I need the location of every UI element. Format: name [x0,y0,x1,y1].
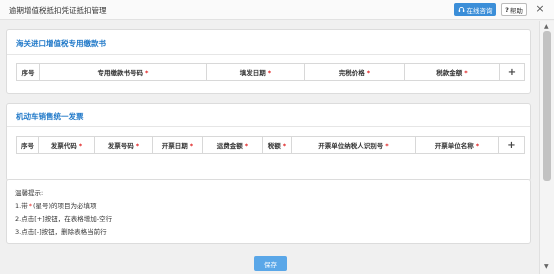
required-mark: * [282,142,287,150]
close-icon[interactable]: × [533,2,547,16]
required-mark: * [267,69,272,77]
required-mark: * [189,142,194,150]
tip-line-2: 2.点击[+]按钮，在表格增加-空行 [15,215,113,223]
column-header: 序号 [16,136,39,154]
online-consult-button[interactable]: 在线咨询 [454,3,496,16]
scroll-up-icon[interactable]: ▲ [544,23,549,30]
plus-icon: + [507,139,516,151]
headset-icon [458,6,464,12]
required-mark: * [28,202,32,210]
column-header: 开票单位纳税人识别号 * [291,136,416,154]
required-mark: * [78,142,83,150]
divider [7,126,530,127]
divider [7,54,530,55]
tips-panel: 温馨提示: 1.带*(星号)的项目为必填项 2.点击[+]按钮，在表格增加-空行… [6,179,531,244]
column-header: 填发日期 * [206,63,305,81]
tip-line-3: 3.点击[-]按钮，删除表格当前行 [15,228,107,236]
vehicle-section-title: 机动车销售统一发票 [16,112,84,121]
tips-heading: 温馨提示: [15,189,44,197]
required-mark: * [366,69,371,77]
column-header: 税款金额 * [404,63,500,81]
column-header: 运费金额 * [202,136,263,154]
scrollbar-thumb[interactable] [543,31,551,181]
add-row-button[interactable]: + [499,63,525,81]
content-area: 海关进口增值税专用缴款书 序号 专用缴款书号码 * 填发日期 * 完税价格 * 税款金… [0,21,538,274]
customs-table: 序号 专用缴款书号码 * 填发日期 * 完税价格 * 税款金额 * + [16,63,525,81]
column-header: 开票日期 * [152,136,203,154]
column-header: 专用缴款书号码 * [39,63,207,81]
window-title: 逾期增值税抵扣凭证抵扣管理 [9,6,107,15]
required-mark: * [135,142,140,150]
column-header: 完税价格 * [304,63,405,81]
scroll-down-icon[interactable]: ▼ [544,263,549,270]
column-header: 发票号码 * [94,136,153,154]
required-mark: * [385,142,389,150]
vehicle-invoice-section: 机动车销售统一发票 序号 发票代码 * 发票号码 * 开票日期 * 运费金额 * 税额 *… [6,103,531,181]
column-header: 序号 [16,63,40,81]
customs-section-title: 海关进口增值税专用缴款书 [16,39,106,48]
vehicle-invoice-table: 序号 发票代码 * 发票号码 * 开票日期 * 运费金额 * 税额 * 开票单位纳税人识别… [16,136,525,154]
add-row-button[interactable]: + [498,136,525,154]
vertical-scrollbar[interactable]: ▲ ▼ [539,21,554,274]
required-mark: * [475,142,480,150]
column-header: 开票单位名称 * [415,136,499,154]
required-mark: * [244,142,249,150]
online-consult-label: 在线咨询 [466,6,493,15]
column-header: 税额 * [262,136,292,154]
question-icon: ? [505,5,509,14]
help-label: 帮助 [509,6,523,15]
table-header-row: 序号 发票代码 * 发票号码 * 开票日期 * 运费金额 * 税额 * 开票单位纳税人识别… [16,136,525,154]
title-bar: 逾期增值税抵扣凭证抵扣管理 在线咨询 ? 帮助 × [0,0,554,20]
plus-icon: + [507,66,517,78]
save-button[interactable]: 保存 [254,256,287,271]
required-mark: * [464,69,468,77]
help-button[interactable]: ? 帮助 [501,3,527,16]
tip-line-1: 1.带*(星号)的项目为必填项 [15,202,97,210]
table-header-row: 序号 专用缴款书号码 * 填发日期 * 完税价格 * 税款金额 * + [16,63,525,81]
required-mark: * [145,69,149,77]
customs-section: 海关进口增值税专用缴款书 序号 专用缴款书号码 * 填发日期 * 完税价格 * 税款金… [6,29,531,94]
column-header: 发票代码 * [38,136,95,154]
